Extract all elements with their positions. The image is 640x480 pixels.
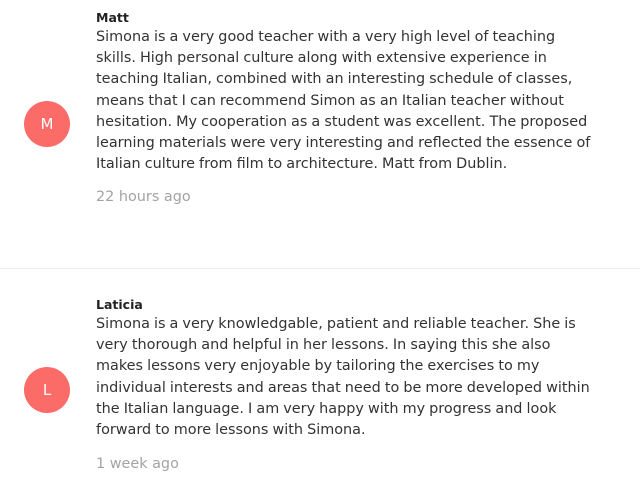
review-text: Simona is a very good teacher with a ver… [96, 29, 591, 173]
review-timestamp: 22 hours ago [96, 189, 191, 206]
reviewer-name: Laticia [96, 297, 143, 312]
avatar: M [24, 101, 70, 147]
avatar: L [24, 367, 70, 413]
reviewer-name: Matt [96, 10, 129, 25]
review-timestamp: 1 week ago [96, 456, 179, 473]
review-text: Simona is a very knowledgable, patient a… [96, 316, 590, 439]
review-content: Laticia Simona is a very knowledgable, p… [96, 296, 596, 474]
review-list: M Matt Simona is a very good teacher wit… [0, 0, 640, 480]
review-item: M Matt Simona is a very good teacher wit… [0, 0, 640, 268]
review-item: L Laticia Simona is a very knowledgable,… [0, 269, 640, 480]
review-content: Matt Simona is a very good teacher with … [96, 9, 596, 207]
